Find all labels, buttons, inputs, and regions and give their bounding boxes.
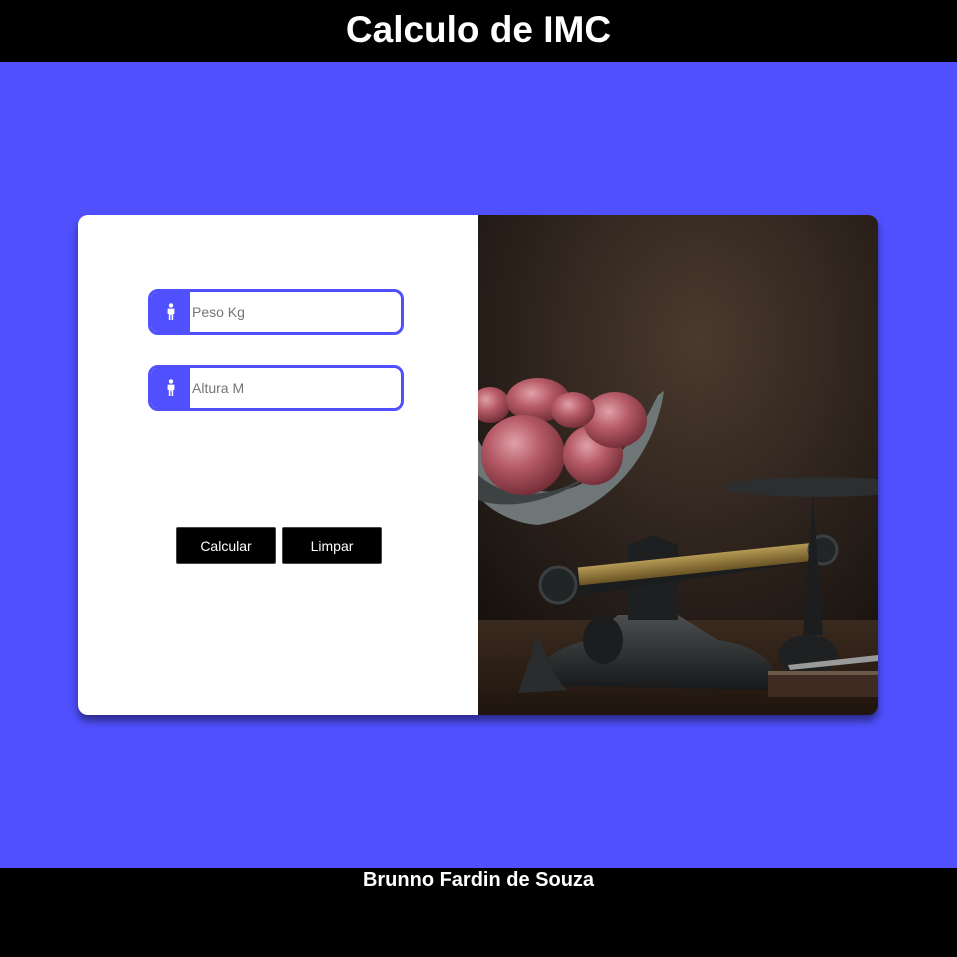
- calculate-button[interactable]: Calcular: [176, 527, 276, 564]
- page-title: Calculo de IMC: [345, 9, 612, 50]
- height-field: [148, 365, 404, 411]
- imc-form: Calcular Limpar: [78, 215, 478, 715]
- person-icon: [151, 368, 190, 408]
- page-footer: Brunno Fardin de Souza: [0, 868, 957, 957]
- clear-button[interactable]: Limpar: [282, 527, 382, 564]
- weight-field: [148, 289, 404, 335]
- page-header: Calculo de IMC: [0, 0, 957, 62]
- height-input[interactable]: [192, 368, 397, 408]
- person-icon: [151, 292, 190, 332]
- weight-input[interactable]: [192, 292, 397, 332]
- scale-photo: [470, 215, 878, 715]
- author-name: Brunno Fardin de Souza: [362, 869, 595, 891]
- potatoes-scale-image: [470, 215, 878, 715]
- main-area: Calcular Limpar: [0, 62, 957, 868]
- imc-card: Calcular Limpar: [78, 215, 878, 715]
